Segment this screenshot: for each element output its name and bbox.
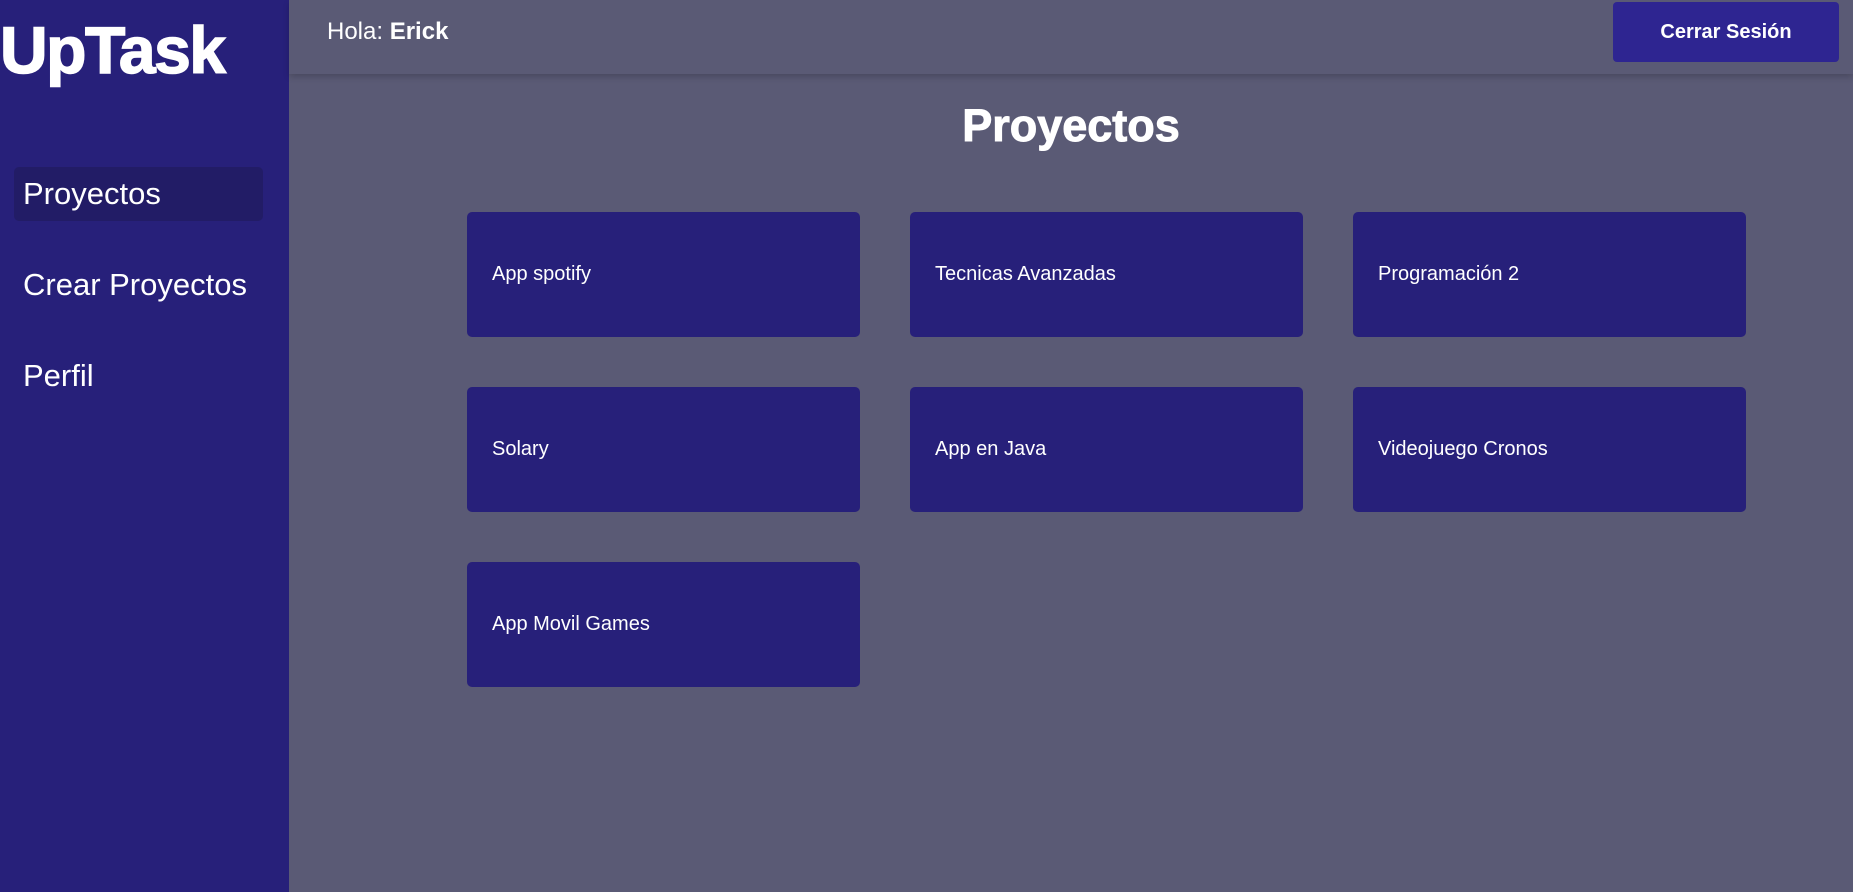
app-logo: UpTask bbox=[0, 12, 227, 88]
project-card[interactable]: Tecnicas Avanzadas bbox=[910, 212, 1303, 337]
projects-grid: App spotify Tecnicas Avanzadas Programac… bbox=[467, 212, 1746, 687]
logout-button[interactable]: Cerrar Sesión bbox=[1613, 2, 1839, 62]
user-name: Erick bbox=[389, 18, 449, 45]
sidebar-nav: Proyectos Crear Proyectos Perfil bbox=[14, 167, 263, 440]
sidebar-item-perfil[interactable]: Perfil bbox=[14, 349, 263, 403]
greeting-prefix: Hola: bbox=[327, 18, 384, 45]
sidebar-item-proyectos[interactable]: Proyectos bbox=[14, 167, 263, 221]
project-card[interactable]: Solary bbox=[467, 387, 860, 512]
top-bar: Hola: Erick Cerrar Sesión bbox=[289, 0, 1853, 74]
main-content: Hola: Erick Cerrar Sesión Proyectos App … bbox=[289, 0, 1853, 892]
project-card[interactable]: App en Java bbox=[910, 387, 1303, 512]
user-greeting: Hola: Erick bbox=[327, 18, 448, 46]
sidebar: UpTask Proyectos Crear Proyectos Perfil bbox=[0, 0, 289, 892]
page-title: Proyectos bbox=[962, 100, 1181, 152]
sidebar-item-crear-proyectos[interactable]: Crear Proyectos bbox=[14, 258, 263, 312]
project-card[interactable]: Programación 2 bbox=[1353, 212, 1746, 337]
project-card[interactable]: App spotify bbox=[467, 212, 860, 337]
project-card[interactable]: App Movil Games bbox=[467, 562, 860, 687]
project-card[interactable]: Videojuego Cronos bbox=[1353, 387, 1746, 512]
